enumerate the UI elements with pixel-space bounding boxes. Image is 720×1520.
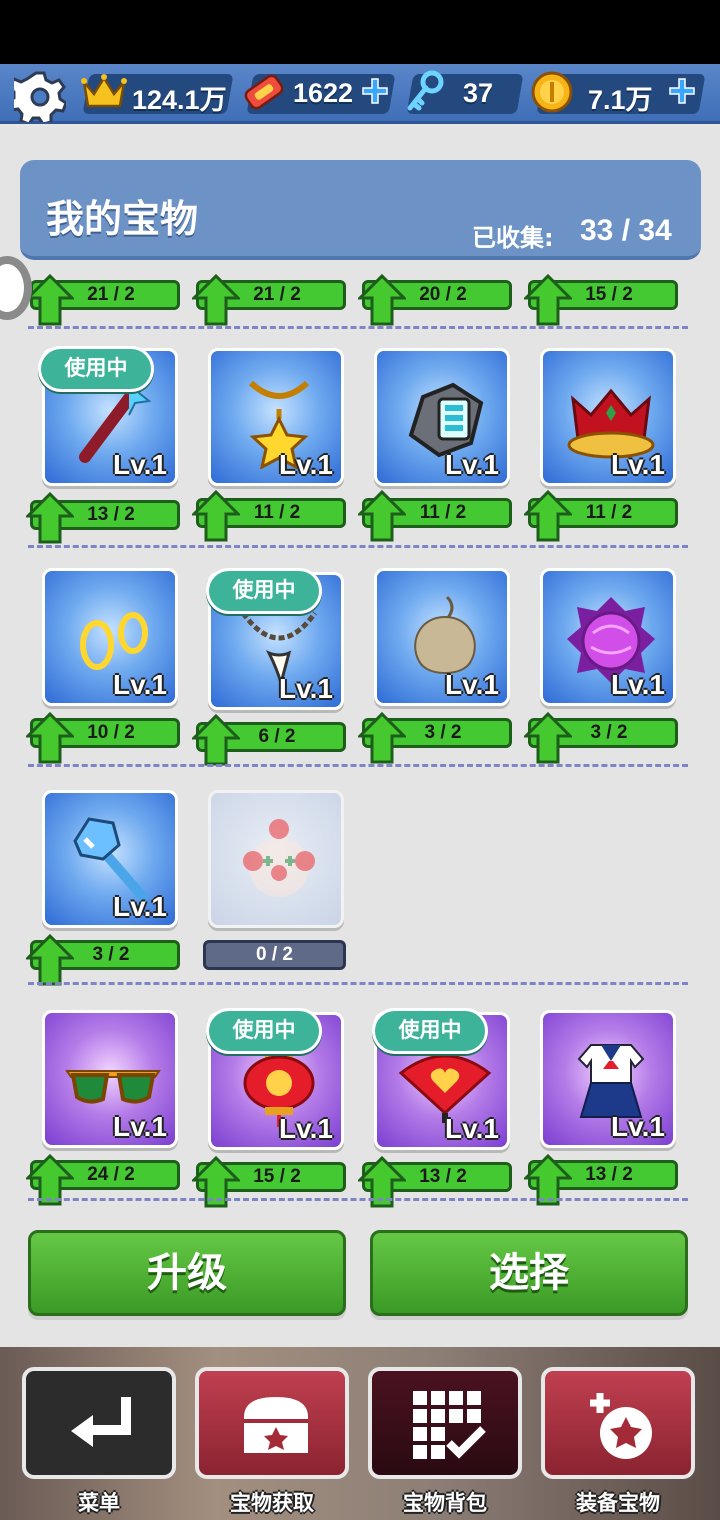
level-label: Lv.1 — [611, 449, 665, 480]
up-arrow-icon — [26, 712, 74, 764]
collected-count: 33 / 34 — [580, 214, 672, 247]
row-separator — [28, 1198, 688, 1201]
level-label: Lv.1 — [113, 891, 167, 922]
treasure-card-school-uniform[interactable]: Lv.1 — [540, 1010, 676, 1148]
up-arrow-icon — [524, 712, 572, 764]
treasure-card-gold-rings[interactable]: Lv.1 — [42, 568, 178, 706]
row-separator — [28, 326, 688, 329]
treasure-card-voodoo-doll[interactable]: Lv.1 — [374, 568, 510, 706]
level-label: Lv.1 — [445, 1113, 499, 1144]
in-use-badge: 使用中 — [372, 1008, 488, 1054]
treasure-card-star-necklace[interactable]: Lv.1 — [208, 348, 344, 486]
locked-progress-bar: 0 / 2 — [203, 940, 346, 970]
keys-value: 37 — [463, 78, 494, 108]
coins-value: 7.1万 — [588, 85, 653, 115]
treasure-card-wrench[interactable]: Lv.1 — [42, 790, 178, 928]
up-arrow-icon — [358, 274, 406, 326]
coin-icon — [531, 71, 573, 113]
in-use-badge: 使用中 — [206, 568, 322, 614]
tab-treasure-bag[interactable] — [368, 1367, 522, 1479]
level-label: Lv.1 — [611, 1111, 665, 1142]
select-button[interactable]: 选择 — [370, 1230, 688, 1316]
add-tickets-plus-icon[interactable] — [360, 76, 390, 106]
row-separator — [28, 764, 688, 767]
treasure-card-gold-crown[interactable]: Lv.1 — [540, 348, 676, 486]
tab-menu-label: 菜单 — [78, 1491, 120, 1515]
add-coins-plus-icon[interactable] — [667, 76, 697, 106]
grid-check-icon — [413, 1391, 486, 1459]
tab-equip-treasure-label: 装备宝物 — [576, 1491, 660, 1515]
tickets-value: 1622 — [293, 78, 354, 108]
up-arrow-icon — [192, 274, 240, 326]
up-arrow-icon — [192, 490, 240, 542]
treasure-card-smart-watch[interactable]: Lv.1 — [374, 348, 510, 486]
treasure-card-purple-crystal[interactable]: Lv.1 — [540, 568, 676, 706]
level-label: Lv.1 — [279, 1113, 333, 1144]
treasure-card-sunglasses[interactable]: Lv.1 — [42, 1010, 178, 1148]
up-arrow-icon — [192, 714, 240, 766]
clown-mask-icon — [243, 819, 315, 897]
resource-bar: 124.1万 1622 37 7.1万 — [0, 64, 720, 124]
in-use-badge: 使用中 — [38, 346, 154, 392]
up-arrow-icon — [358, 490, 406, 542]
up-arrow-icon — [26, 934, 74, 986]
level-label: Lv.1 — [279, 449, 333, 480]
level-label: Lv.1 — [279, 673, 333, 704]
page-title: 我的宝物 — [46, 197, 199, 241]
level-label: Lv.1 — [113, 669, 167, 700]
tab-treasure-bag-label: 宝物背包 — [403, 1491, 487, 1515]
equip-icon — [590, 1393, 652, 1459]
level-label: Lv.1 — [445, 449, 499, 480]
level-label: Lv.1 — [611, 669, 665, 700]
level-label: Lv.1 — [113, 449, 167, 480]
up-arrow-icon — [524, 490, 572, 542]
gear-icon[interactable] — [14, 70, 66, 122]
in-use-badge: 使用中 — [206, 1008, 322, 1054]
up-arrow-icon — [26, 274, 74, 326]
return-icon — [71, 1397, 131, 1447]
crown-icon — [81, 74, 127, 108]
ticket-icon — [244, 74, 284, 110]
chest-icon — [244, 1397, 308, 1453]
up-arrow-icon — [358, 712, 406, 764]
crown-value: 124.1万 — [132, 85, 227, 115]
treasure-card-clown-mask-locked[interactable] — [208, 790, 344, 928]
level-label: Lv.1 — [113, 1111, 167, 1142]
tab-treasure-get-label: 宝物获取 — [230, 1491, 314, 1515]
up-arrow-icon — [524, 274, 572, 326]
row-separator — [28, 982, 688, 985]
tab-treasure-get[interactable] — [195, 1367, 349, 1479]
row-separator — [28, 545, 688, 548]
bottom-nav: 菜单 宝物获取 宝物背包 装备宝物 — [0, 1347, 720, 1520]
tab-equip-treasure[interactable] — [541, 1367, 695, 1479]
level-label: Lv.1 — [445, 669, 499, 700]
treasure-grid[interactable]: 21 / 2 21 / 2 20 / 2 15 / 2 Lv.1 使用中 Lv.… — [0, 262, 720, 1208]
tab-menu[interactable] — [22, 1367, 176, 1479]
collected-label: 已收集: — [472, 224, 554, 252]
upgrade-button[interactable]: 升级 — [28, 1230, 346, 1316]
status-bar — [0, 0, 720, 64]
treasure-header: 我的宝物 已收集: 33 / 34 — [20, 160, 701, 260]
key-icon — [407, 70, 444, 111]
up-arrow-icon — [26, 492, 74, 544]
